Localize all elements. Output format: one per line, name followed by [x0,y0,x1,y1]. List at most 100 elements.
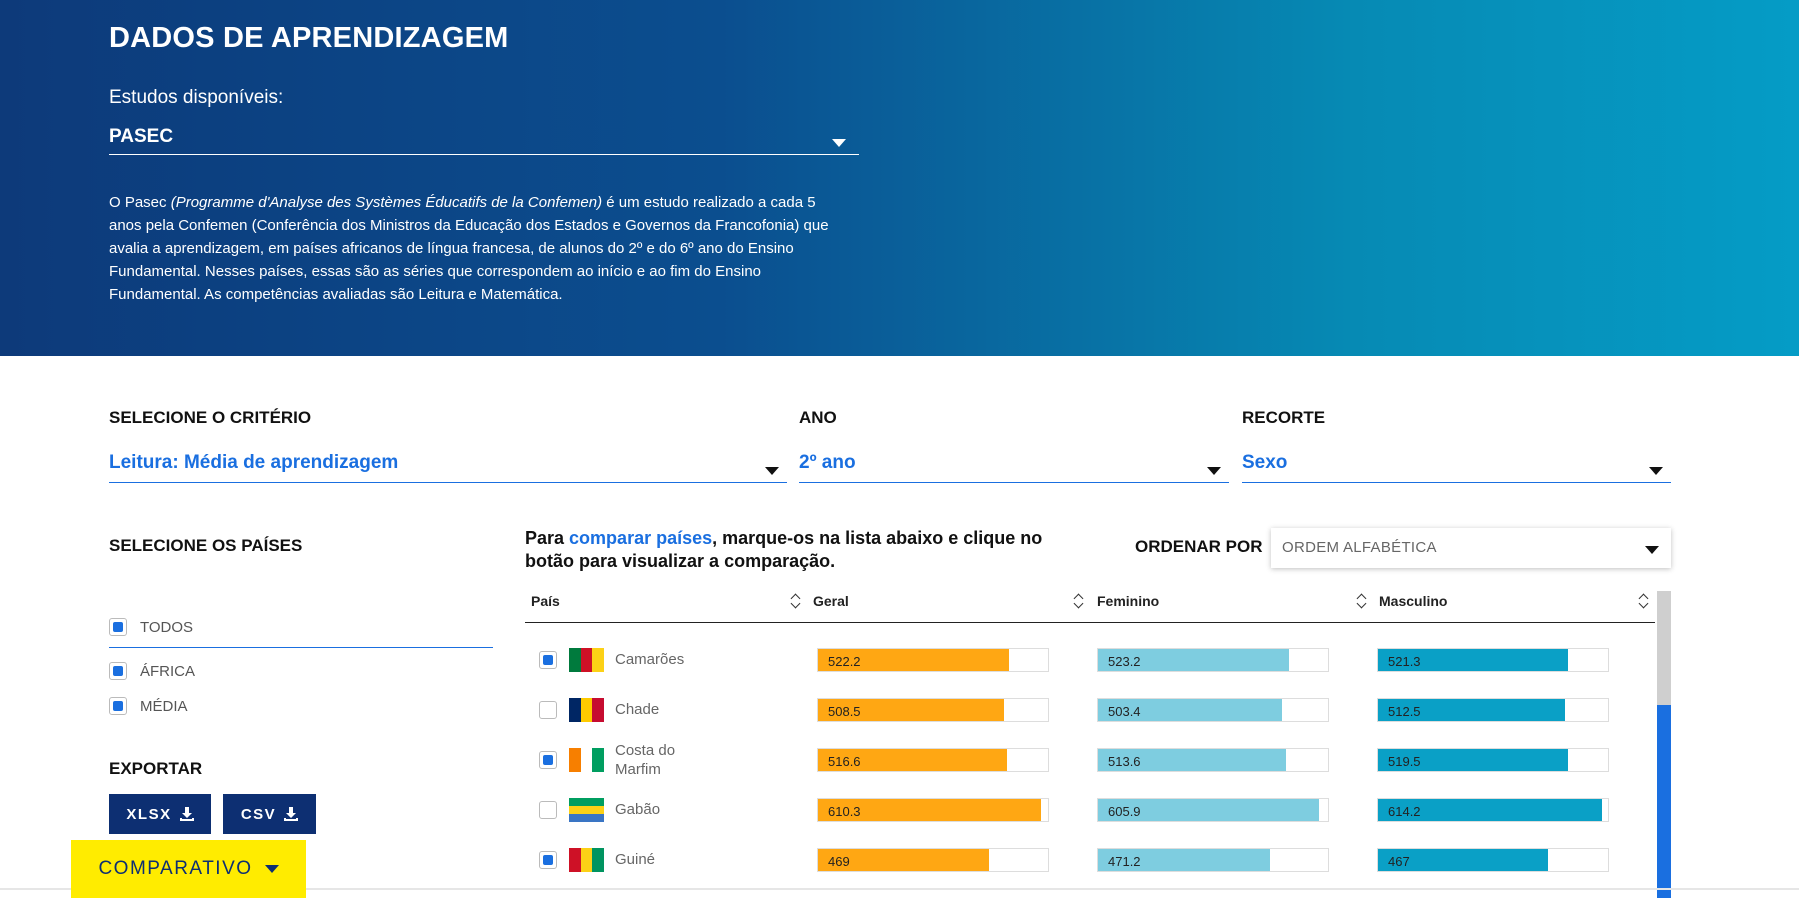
geral-value: 469 [828,854,850,869]
sort-icon[interactable] [1074,592,1084,610]
export-xlsx-button[interactable]: XLSX [109,794,211,834]
checkbox-todos[interactable] [109,618,127,636]
chevron-down-icon [765,467,779,475]
masculino-value: 512.5 [1388,704,1421,719]
header-masculino[interactable]: Masculino [1379,593,1447,609]
masculino-bar: 614.2 [1377,798,1609,822]
table-row: Chade 508.5 503.4 512.5 [525,690,1655,730]
masculino-bar: 512.5 [1377,698,1609,722]
country-name: Chade [615,701,660,718]
geral-value: 610.3 [828,804,861,819]
header-pais[interactable]: País [531,593,560,609]
order-value: ORDEM ALFABÉTICA [1282,539,1437,556]
masculino-value: 521.3 [1388,654,1421,669]
chevron-down-icon [1649,467,1663,475]
flag-icon [569,648,605,672]
geral-bar: 469 [817,848,1049,872]
sort-icon[interactable] [1639,592,1649,610]
table-row: Costa do Marfim 516.6 513.6 519.5 [525,740,1655,780]
geral-bar: 516.6 [817,748,1049,772]
option-label-todos: TODOS [140,619,194,636]
chevron-down-icon [832,139,846,147]
header-divider [525,622,1655,623]
masculino-bar: 467 [1377,848,1609,872]
geral-bar: 522.2 [817,648,1049,672]
feminino-bar: 471.2 [1097,848,1329,872]
flag-icon [569,848,605,872]
geral-value: 516.6 [828,754,861,769]
option-label-africa: ÁFRICA [140,663,196,680]
feminino-bar: 513.6 [1097,748,1329,772]
feminino-value: 513.6 [1108,754,1141,769]
masculino-bar: 521.3 [1377,648,1609,672]
recorte-value: Sexo [1242,452,1288,473]
flag-icon [569,748,605,772]
feminino-value: 605.9 [1108,804,1141,819]
csv-label: CSV [240,805,277,823]
page-title: DADOS DE APRENDIZAGEM [109,22,509,54]
feminino-bar: 523.2 [1097,648,1329,672]
row-checkbox[interactable] [539,651,557,669]
header-feminino[interactable]: Feminino [1097,593,1159,609]
row-checkbox[interactable] [539,701,557,719]
geral-bar: 610.3 [817,798,1049,822]
scrollbar-thumb[interactable] [1657,705,1671,898]
feminino-value: 503.4 [1108,704,1141,719]
criterio-value: Leitura: Média de aprendizagem [109,452,399,473]
chevron-down-icon [1207,467,1221,475]
comparativo-label: COMPARATIVO [98,858,253,879]
masculino-bar: 519.5 [1377,748,1609,772]
hero-banner: DADOS DE APRENDIZAGEM Estudos disponívei… [0,0,1799,356]
row-checkbox[interactable] [539,801,557,819]
study-select[interactable]: PASEC [109,122,859,155]
export-csv-button[interactable]: CSV [223,794,316,834]
studies-label: Estudos disponíveis: [109,87,284,108]
checkbox-africa[interactable] [109,662,127,680]
row-checkbox[interactable] [539,751,557,769]
option-label-media: MÉDIA [140,698,188,715]
export-title: EXPORTAR [109,759,203,778]
country-name: Gabão [615,801,661,818]
criterio-label: SELECIONE O CRITÉRIO [109,408,312,427]
compare-instructions: Para comparar países, marque-os na lista… [525,528,1043,571]
recorte-select[interactable]: Sexo [1242,452,1671,483]
chevron-down-icon [264,865,279,873]
geral-value: 508.5 [828,704,861,719]
download-icon [284,807,299,821]
header-geral[interactable]: Geral [813,593,849,609]
feminino-value: 523.2 [1108,654,1141,669]
geral-value: 522.2 [828,654,861,669]
countries-title: SELECIONE OS PAÍSES [109,536,303,555]
feminino-bar: 503.4 [1097,698,1329,722]
table-row: Guiné 469 471.2 467 [525,840,1655,880]
table-row: Gabão 610.3 605.9 614.2 [525,790,1655,830]
feminino-value: 471.2 [1108,854,1141,869]
geral-bar: 508.5 [817,698,1049,722]
order-label: ORDENAR POR [1135,537,1263,556]
flag-icon [569,698,605,722]
masculino-value: 467 [1388,854,1410,869]
checkbox-media[interactable] [109,697,127,715]
country-name: Guiné [615,851,656,868]
ano-select[interactable]: 2º ano [799,452,1229,483]
country-name: Camarões [615,651,685,668]
compare-link[interactable]: comparar países [569,528,712,548]
masculino-value: 614.2 [1388,804,1421,819]
ano-value: 2º ano [799,452,856,473]
download-icon [179,807,194,821]
order-select[interactable]: ORDEM ALFABÉTICA [1271,528,1671,568]
feminino-bar: 605.9 [1097,798,1329,822]
recorte-label: RECORTE [1242,408,1326,427]
comparativo-button[interactable]: COMPARATIVO [71,840,306,898]
country-name: Costa do Marfim [615,742,676,778]
sort-icon[interactable] [1357,592,1367,610]
flag-icon [569,798,604,822]
xlsx-label: XLSX [126,805,172,823]
criterio-select[interactable]: Leitura: Média de aprendizagem [109,452,787,483]
study-select-value: PASEC [109,126,174,147]
row-checkbox[interactable] [539,851,557,869]
sort-icon[interactable] [791,592,801,610]
study-description: O Pasec (Programme d'Analyse des Système… [109,194,829,303]
table-row: Camarões 522.2 523.2 521.3 [525,640,1655,680]
masculino-value: 519.5 [1388,754,1421,769]
